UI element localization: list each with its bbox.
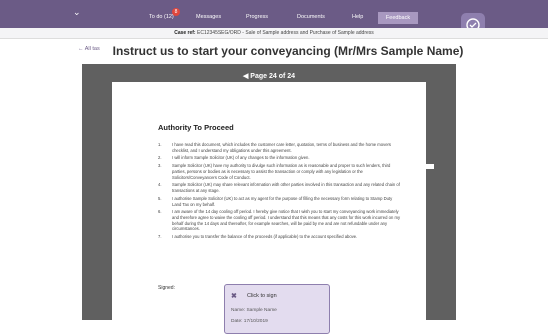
case-reference: Case ref: EC12345SEG/ORD - Sale of Sampl… bbox=[0, 30, 548, 36]
clause-list: 1. I have read this document, which inclu… bbox=[158, 142, 402, 242]
nav-progress[interactable]: Progress bbox=[246, 14, 268, 20]
page-indicator-label: Page 24 of 24 bbox=[250, 73, 296, 80]
signer-name: Name: Sample Name bbox=[231, 308, 277, 313]
todo-badge: 8 bbox=[172, 8, 180, 16]
chevron-down-icon[interactable]: ⌄ bbox=[73, 7, 81, 18]
clause-number: 3. bbox=[158, 163, 162, 169]
clause-text: I authorise Sample Solicitor (UK) to act… bbox=[172, 195, 393, 207]
clause-text: I am aware of the 14 day cooling off per… bbox=[172, 209, 401, 232]
clause-item: 5. I authorise Sample Solicitor (UK) to a… bbox=[158, 196, 402, 207]
scroll-marker bbox=[424, 164, 434, 169]
clause-item: 6. I am aware of the 14 day cooling off p… bbox=[158, 209, 402, 231]
clause-item: 3. Sample Solicitor (UK) have my authorit… bbox=[158, 163, 402, 180]
document-title: Authority To Proceed bbox=[158, 123, 234, 132]
clause-text: I authorise you to transfer the balance … bbox=[172, 234, 358, 240]
clause-text: I will inform Sample Solicitor (UK) of a… bbox=[172, 155, 310, 161]
clause-number: 4. bbox=[158, 182, 162, 188]
page-title: Instruct us to start your conveyancing (… bbox=[112, 44, 464, 58]
signed-label: Signed: bbox=[158, 285, 175, 291]
click-to-sign[interactable]: Click to sign bbox=[247, 293, 277, 299]
clause-number: 6. bbox=[158, 209, 162, 215]
clause-number: 2. bbox=[158, 155, 162, 161]
document-page: Authority To Proceed 1. I have read this … bbox=[112, 82, 426, 334]
clause-item: 4. Sample Solicitor (UK) may share releva… bbox=[158, 182, 402, 193]
nav-messages[interactable]: Messages bbox=[196, 14, 221, 20]
page-indicator[interactable]: ◀ Page 24 of 24 bbox=[82, 72, 456, 80]
sign-x-icon: ✖ bbox=[231, 293, 237, 300]
nav-documents[interactable]: Documents bbox=[297, 14, 325, 20]
clause-text: I have read this document, which include… bbox=[172, 142, 392, 153]
case-ref-code: EC12345SEG/ORD bbox=[197, 30, 241, 36]
clause-item: 7. I authorise you to transfer the balanc… bbox=[158, 234, 402, 240]
document-viewer[interactable]: ◀ Page 24 of 24 Authority To Proceed 1. I… bbox=[82, 64, 456, 334]
sign-box[interactable]: ✖ Click to sign Name: Sample Name Date: … bbox=[224, 284, 330, 334]
clause-number: 1. bbox=[158, 142, 162, 147]
clause-number: 7. bbox=[158, 234, 162, 240]
feedback-button[interactable]: Feedback bbox=[378, 12, 418, 24]
case-ref-prefix: Case ref: bbox=[174, 30, 196, 36]
clause-text: Sample Solicitor (UK) may share relevant… bbox=[172, 182, 400, 194]
nav-help[interactable]: Help bbox=[352, 14, 363, 20]
nav-todo[interactable]: To do (12) bbox=[149, 14, 174, 20]
clause-text: Sample Solicitor (UK) have my authority … bbox=[172, 163, 391, 180]
clause-number: 5. bbox=[158, 195, 162, 201]
case-ref-desc: - Sale of Sample address and Purchase of… bbox=[240, 30, 374, 36]
clause-item: 2. I will inform Sample Solicitor (UK) of… bbox=[158, 155, 402, 161]
clause-item: 1. I have read this document, which inclu… bbox=[158, 142, 402, 153]
